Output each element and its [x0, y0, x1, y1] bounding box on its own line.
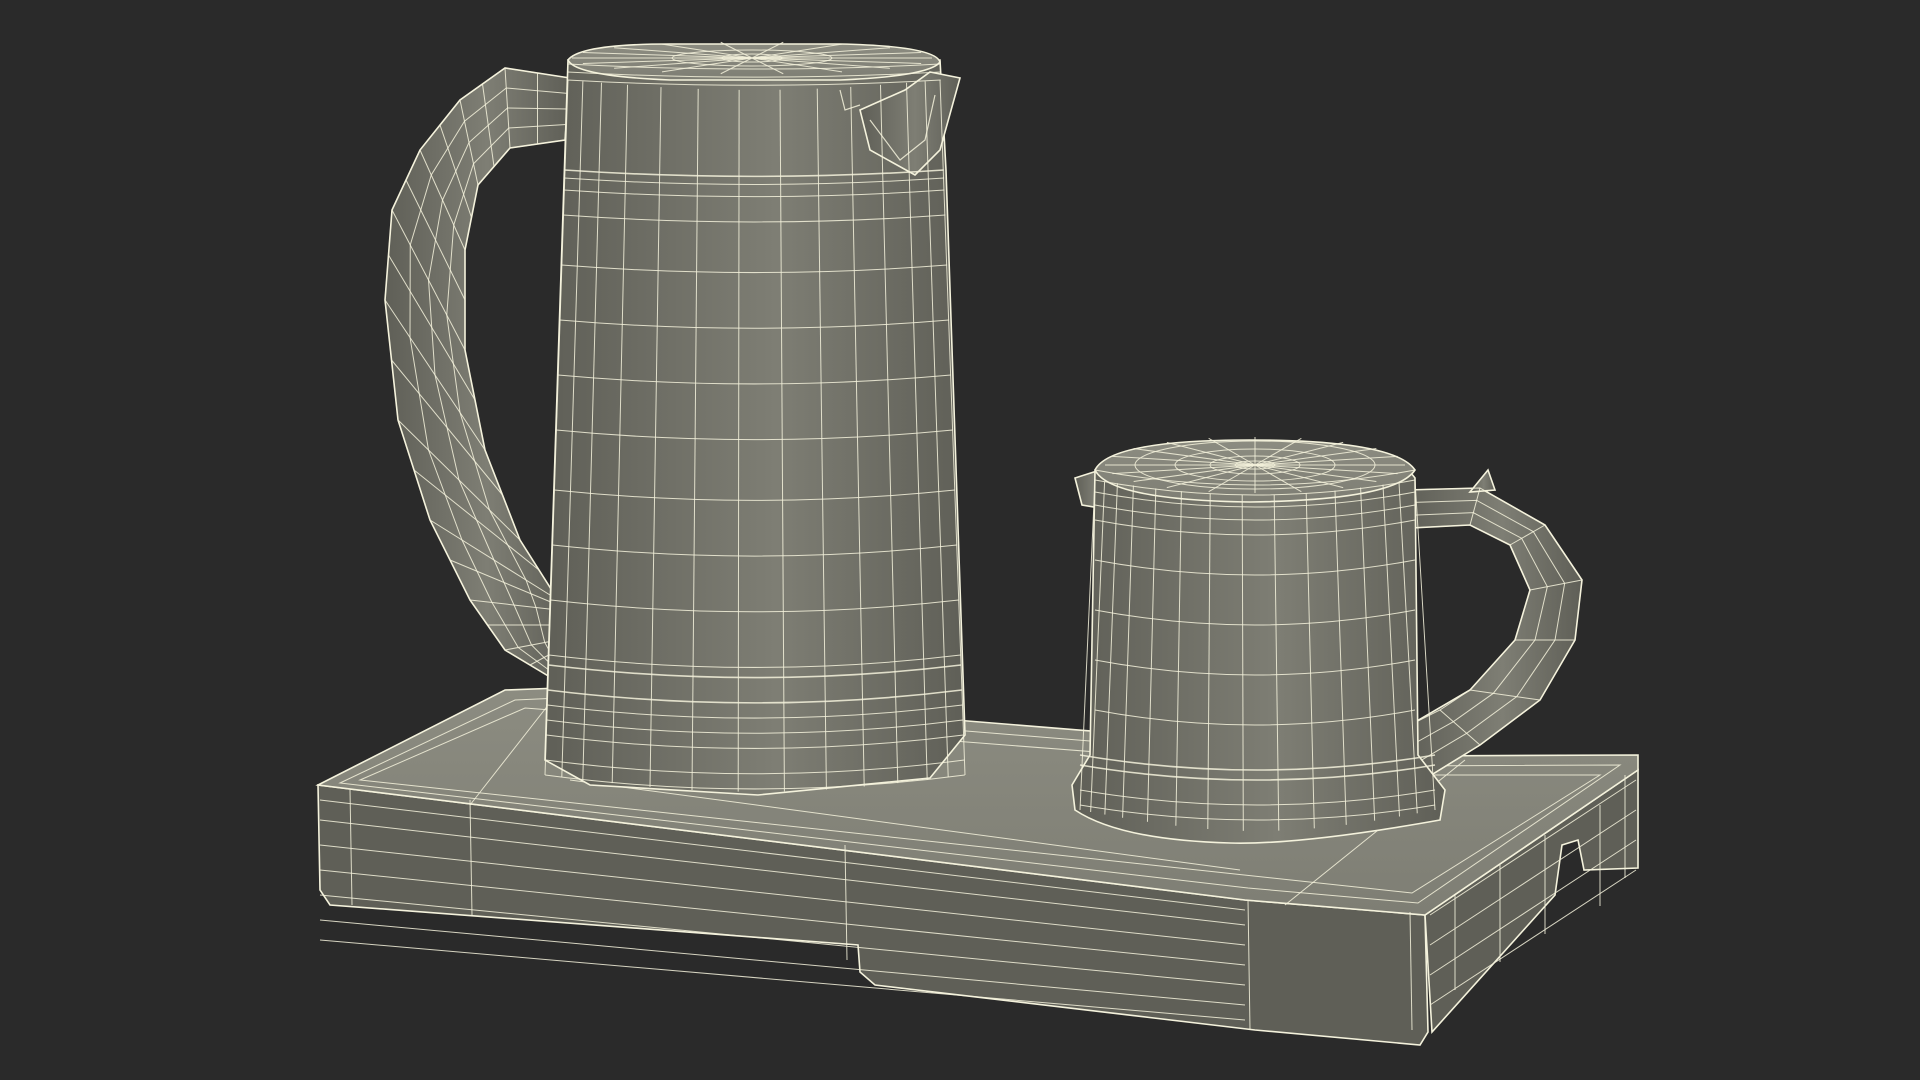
- small-kettle-handle-clip: [1468, 468, 1497, 493]
- electric-kettle: [384, 41, 966, 796]
- wireframe-render: [315, 41, 1639, 1046]
- kettle-body: [544, 59, 966, 796]
- viewport: [0, 0, 1920, 1080]
